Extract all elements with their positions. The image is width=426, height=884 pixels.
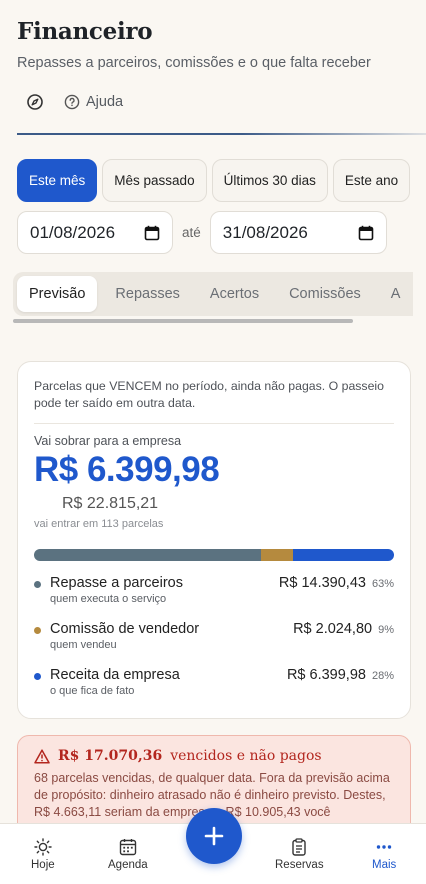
nav-mais-label: Mais bbox=[372, 859, 397, 871]
breakdown-sub: o que fica de fato bbox=[50, 685, 135, 697]
nav-reservas-label: Reservas bbox=[275, 859, 324, 871]
end-date-field[interactable]: 31/08/2026 bbox=[209, 211, 387, 254]
breakdown-row-commission: Comissão de vendedor quem vendeu R$ 2.02… bbox=[34, 621, 394, 667]
breakdown-label: Repasse a parceiros bbox=[50, 575, 183, 591]
tab-acertos[interactable]: Acertos bbox=[198, 276, 271, 312]
help-icon bbox=[64, 94, 80, 110]
help-button[interactable]: Ajuda bbox=[64, 94, 123, 110]
tab-repasses[interactable]: Repasses bbox=[103, 276, 191, 312]
compass-icon bbox=[27, 94, 43, 110]
end-date-value: 31/08/2026 bbox=[222, 222, 308, 242]
breakdown-value: R$ 2.024,80 bbox=[293, 621, 373, 637]
breakdown-label: Receita da empresa bbox=[50, 667, 180, 683]
header-divider bbox=[17, 133, 426, 135]
date-separator: até bbox=[182, 225, 201, 240]
overdue-title-text: vencidos e não pagos bbox=[170, 748, 322, 764]
breakdown-value: R$ 6.399,98 bbox=[286, 667, 366, 683]
tabs-container: Previsão Repasses Acertos Comissões A bbox=[13, 272, 413, 316]
legend-dot bbox=[34, 673, 41, 680]
tab-more[interactable]: A bbox=[379, 276, 413, 312]
range-selector: Este mês Mês passado Últimos 30 dias Est… bbox=[17, 159, 426, 202]
nav-hoje[interactable]: Hoje bbox=[31, 838, 55, 871]
nav-hoje-label: Hoje bbox=[31, 859, 55, 871]
nav-agenda[interactable]: Agenda bbox=[108, 838, 148, 871]
range-last-30-days[interactable]: Últimos 30 dias bbox=[211, 159, 328, 202]
warning-icon bbox=[34, 748, 50, 764]
gross-note: vai entrar em 113 parcelas bbox=[34, 518, 164, 530]
breakdown-sub: quem executa o serviço bbox=[50, 593, 167, 605]
overdue-amount: R$ 17.070,36 bbox=[58, 748, 163, 764]
header-toolbar: Ajuda bbox=[17, 93, 409, 111]
start-date-value: 01/08/2026 bbox=[30, 222, 116, 242]
breakdown-pct: 28% bbox=[371, 670, 394, 682]
breakdown-pct: 63% bbox=[371, 578, 394, 590]
breakdown-row-company: Receita da empresa o que fica de fato R$… bbox=[34, 667, 394, 713]
gross-value: R$ 22.815,21 bbox=[62, 495, 159, 512]
calendar-icon bbox=[144, 225, 160, 240]
help-label: Ajuda bbox=[86, 94, 124, 110]
breakdown-label: Comissão de vendedor bbox=[50, 621, 200, 637]
company-surplus-value: R$ 6.399,98 bbox=[34, 450, 220, 489]
calendar-icon bbox=[358, 225, 374, 240]
bar-segment-commission bbox=[260, 549, 294, 561]
page-title: Financeiro bbox=[17, 18, 153, 45]
breakdown-value: R$ 14.390,43 bbox=[278, 575, 366, 591]
legend-dot bbox=[34, 581, 41, 588]
plus-icon bbox=[204, 826, 224, 846]
nav-mais[interactable]: Mais bbox=[372, 838, 396, 871]
more-dots-icon bbox=[376, 845, 392, 849]
clipboard-icon bbox=[292, 838, 306, 856]
company-surplus-label: Vai sobrar para a empresa bbox=[34, 434, 182, 448]
breakdown-list: Repasse a parceiros quem executa o servi… bbox=[34, 575, 394, 713]
bar-segment-partners bbox=[34, 549, 261, 561]
overdue-title: R$ 17.070,36 vencidos e não pagos bbox=[34, 748, 394, 764]
tabs-scrollbar[interactable] bbox=[13, 319, 353, 323]
nav-agenda-label: Agenda bbox=[108, 859, 148, 871]
breakdown-pct: 9% bbox=[378, 624, 394, 636]
breakdown-sub: quem vendeu bbox=[50, 639, 117, 651]
range-last-month[interactable]: Mês passado bbox=[102, 159, 207, 202]
breakdown-bar bbox=[34, 549, 394, 561]
tab-previsao[interactable]: Previsão bbox=[17, 276, 98, 312]
breakdown-row-partners: Repasse a parceiros quem executa o servi… bbox=[34, 575, 394, 621]
card-divider bbox=[34, 423, 394, 424]
calendar-grid-icon bbox=[119, 839, 137, 856]
legend-dot bbox=[34, 627, 41, 634]
tab-comissoes[interactable]: Comissões bbox=[277, 276, 373, 312]
nav-reservas[interactable]: Reservas bbox=[275, 838, 324, 871]
start-date-field[interactable]: 01/08/2026 bbox=[17, 211, 173, 254]
date-range: 01/08/2026 até 31/08/2026 bbox=[17, 211, 426, 254]
range-this-year[interactable]: Este ano bbox=[332, 159, 411, 202]
page-header: Financeiro Repasses a parceiros, comissõ… bbox=[0, 0, 426, 111]
bar-segment-company bbox=[293, 549, 394, 561]
sun-icon bbox=[34, 838, 52, 856]
add-button[interactable] bbox=[186, 808, 242, 864]
forecast-card: Parcelas que VENCEM no período, ainda nã… bbox=[17, 361, 411, 719]
tab-list: Previsão Repasses Acertos Comissões A bbox=[13, 272, 413, 316]
range-this-month[interactable]: Este mês bbox=[17, 159, 98, 202]
forecast-note: Parcelas que VENCEM no período, ainda nã… bbox=[34, 379, 384, 410]
compass-button[interactable] bbox=[26, 93, 44, 111]
page-subtitle: Repasses a parceiros, comissões e o que … bbox=[17, 55, 371, 71]
